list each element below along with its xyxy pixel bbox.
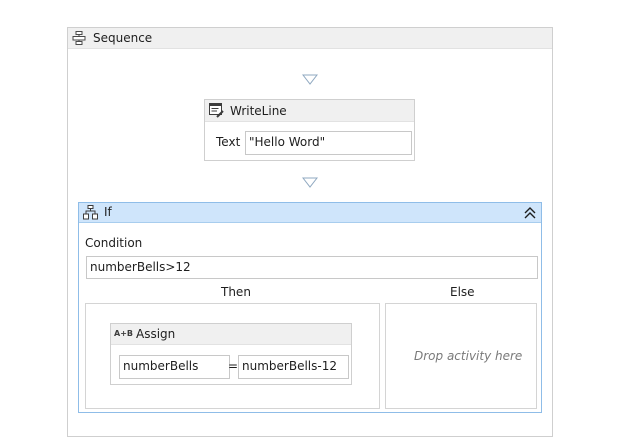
drop-target-arrow-icon[interactable]: [301, 177, 319, 189]
assign-header[interactable]: A+B Assign: [111, 324, 351, 345]
writeline-activity[interactable]: WriteLine Text "Hello Word": [204, 99, 415, 161]
text-field[interactable]: "Hello Word": [245, 131, 412, 155]
then-label: Then: [221, 285, 251, 299]
writeline-header[interactable]: WriteLine: [205, 100, 414, 122]
assign-to-field[interactable]: numberBells: [119, 355, 230, 379]
if-header[interactable]: If: [79, 203, 541, 223]
if-title: If: [104, 205, 112, 219]
condition-field[interactable]: numberBells>12: [86, 256, 538, 279]
double-chevron-up-icon[interactable]: [524, 207, 536, 219]
assign-icon: A+B: [114, 329, 133, 338]
drop-target-arrow-icon[interactable]: [301, 74, 319, 86]
sequence-icon: [72, 31, 86, 45]
condition-label: Condition: [85, 236, 143, 250]
else-label: Else: [450, 285, 475, 299]
writeline-icon: [209, 103, 224, 118]
sequence-title: Sequence: [93, 31, 153, 45]
assign-value-field[interactable]: numberBells-12: [238, 355, 349, 379]
else-drop-placeholder: Drop activity here: [414, 349, 523, 363]
assign-title: Assign: [136, 327, 176, 341]
sequence-header[interactable]: Sequence: [68, 28, 552, 49]
if-icon: [83, 205, 98, 220]
text-label: Text: [216, 135, 241, 149]
equals-sign: =: [228, 359, 239, 373]
assign-activity[interactable]: A+B Assign numberBells = numberBells-12: [110, 323, 352, 385]
writeline-title: WriteLine: [230, 104, 287, 118]
